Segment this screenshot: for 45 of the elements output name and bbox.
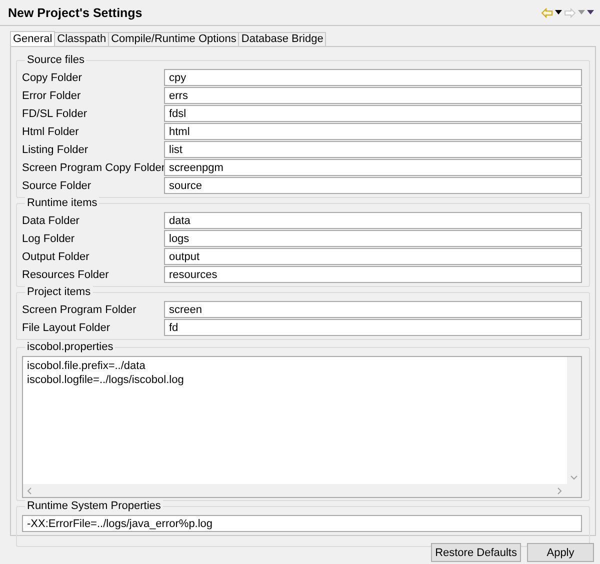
input-field[interactable]: source	[164, 177, 582, 194]
input-field[interactable]: -XX:ErrorFile=../logs/java_error%p.log	[22, 515, 582, 532]
input-field[interactable]: logs	[164, 230, 582, 247]
group-title: Runtime System Properties	[25, 499, 163, 513]
group-title: iscobol.properties	[25, 340, 116, 354]
tab[interactable]: Classpath	[54, 32, 110, 46]
property-line: iscobol.logfile=../logs/iscobol.log	[27, 374, 185, 387]
field-label: Copy Folder	[22, 72, 83, 84]
input-field[interactable]: list	[164, 141, 582, 158]
field-label: Source Folder	[22, 180, 92, 192]
input-field[interactable]: fd	[164, 319, 582, 336]
field-label: FD/SL Folder	[22, 108, 88, 120]
field-label: Log Folder	[22, 232, 76, 244]
chevron-left-icon[interactable]	[27, 486, 33, 494]
dropdown-icon[interactable]	[555, 10, 562, 15]
field-label: Output Folder	[22, 250, 90, 262]
field-label: Listing Folder	[22, 144, 90, 156]
menu-icon[interactable]	[587, 10, 594, 15]
input-field[interactable]: cpy	[164, 69, 582, 86]
field-label: Screen Program Copy Folder	[22, 162, 164, 174]
input-field[interactable]: errs	[164, 87, 582, 104]
input-field[interactable]: resources	[164, 266, 582, 283]
field-label: File Layout Folder	[22, 322, 112, 334]
group-title: Project items	[25, 285, 93, 299]
field-label: Data Folder	[22, 214, 80, 226]
chevron-down-icon[interactable]	[570, 475, 578, 481]
field-label: Error Folder	[22, 90, 82, 102]
text-area[interactable]: iscobol.file.prefix=../data iscobol.logfile=../logs/iscobol.log	[22, 356, 582, 498]
tab[interactable]: Compile/Runtime Options	[108, 32, 240, 46]
input-field[interactable]: html	[164, 123, 582, 140]
tab[interactable]: General	[10, 31, 56, 46]
input-field[interactable]: screen	[164, 301, 582, 318]
input-field[interactable]: data	[164, 212, 582, 229]
property-line: iscobol.file.prefix=../data	[27, 360, 146, 374]
window-title: New Project's Settings	[8, 6, 144, 20]
field-label: Screen Program Folder	[22, 304, 138, 316]
chevron-right-icon[interactable]	[557, 486, 563, 494]
dialog-button[interactable]: Restore Defaults	[431, 543, 521, 562]
field-label: Html Folder	[22, 126, 80, 138]
input-field[interactable]: fdsl	[164, 105, 582, 122]
tab[interactable]: Database Bridge	[238, 32, 326, 46]
dialog-button[interactable]: Apply	[527, 543, 594, 562]
input-field[interactable]: screenpgm	[164, 159, 582, 176]
field-label: Resources Folder	[22, 268, 110, 280]
input-field[interactable]: output	[164, 248, 582, 265]
